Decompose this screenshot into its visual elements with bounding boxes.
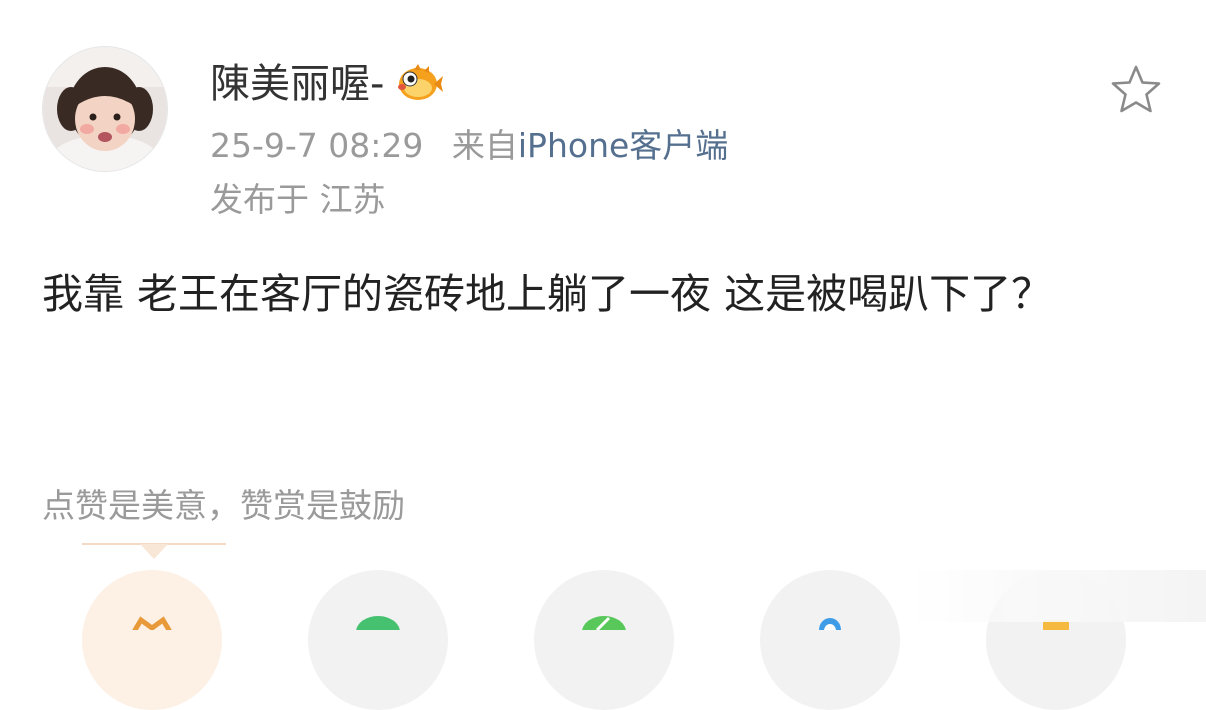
reward-icon[interactable] [82,570,222,710]
child-avatar-photo [43,47,167,171]
pufferfish-badge-icon [394,62,444,106]
username[interactable]: 陳美丽喔- [210,60,444,108]
star-icon[interactable] [1110,64,1162,114]
post-location: 发布于 江苏 [210,180,386,219]
client-link[interactable]: iPhone客户端 [518,126,728,165]
moments-icon[interactable] [534,570,674,710]
tab-pointer [82,543,226,559]
from-label: 来自 [451,126,518,165]
post-text: 我靠 老王在客厅的瓷砖地上躺了一夜 这是被喝趴下了？ [42,270,1053,318]
qq-icon[interactable] [760,570,900,710]
reward-hint: 点赞是美意，赞赏是鼓励 [42,486,405,525]
post-time: 25-9-7 08:29 [210,126,424,165]
username-text: 陳美丽喔- [210,61,385,107]
post-meta: 25-9-7 08:29 来自iPhone客户端 [210,126,728,166]
wechat-icon[interactable] [308,570,448,710]
avatar[interactable] [42,46,168,172]
scroll-fade [910,570,1206,622]
